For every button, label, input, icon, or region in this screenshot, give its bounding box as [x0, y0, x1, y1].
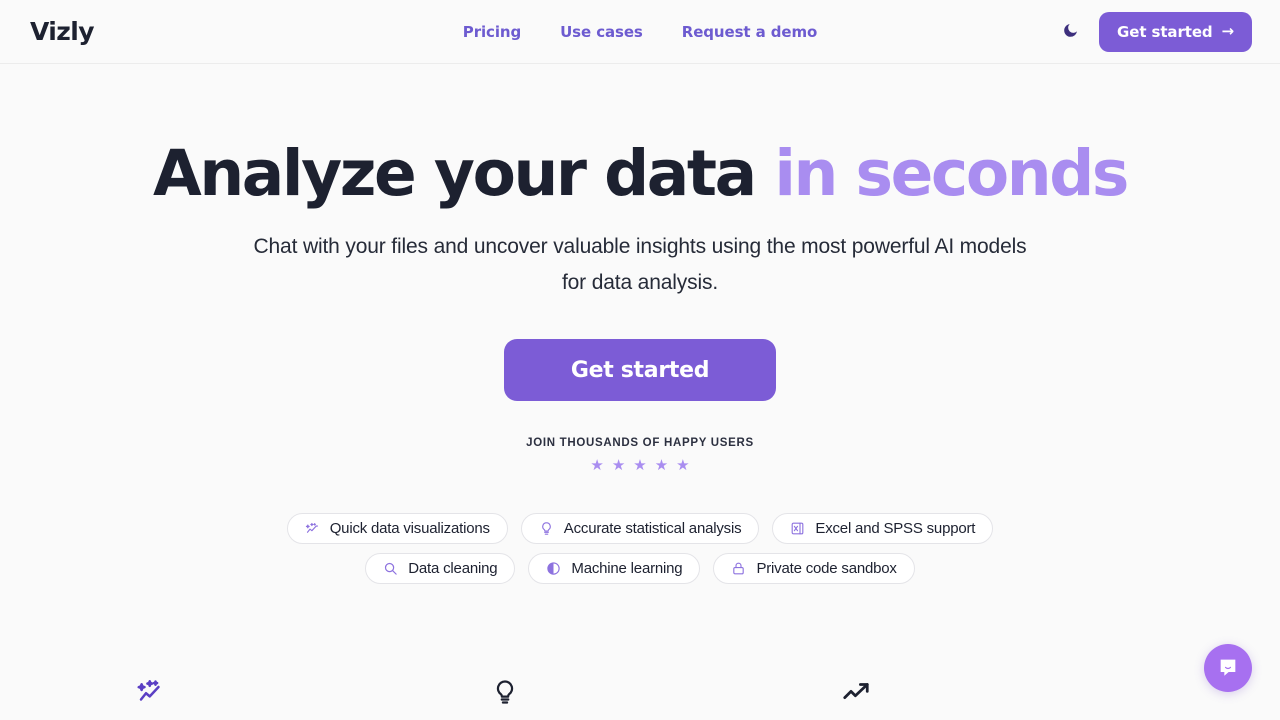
arrow-right-icon: → [1221, 22, 1235, 40]
strip-icon-item-3 [841, 677, 871, 712]
feature-pill-label: Private code sandbox [756, 560, 897, 578]
feature-pill-private-code-sandbox[interactable]: Private code sandbox [713, 553, 915, 585]
headline-main: Analyze your data [153, 137, 757, 210]
lightbulb-icon [539, 521, 554, 536]
search-icon [383, 561, 398, 576]
strip-icon-item-2 [491, 678, 519, 711]
header-cta-label: Get started [1117, 22, 1213, 41]
star-icon: ★ [633, 457, 647, 475]
sparkle-chart-icon [136, 677, 166, 712]
feature-pill-row-1: Quick data visualizations Accurate stati… [286, 513, 994, 545]
hero-section: Analyze your data in seconds Chat with y… [0, 64, 1280, 585]
nav-link-request-a-demo[interactable]: Request a demo [682, 23, 818, 41]
chat-launcher-button[interactable] [1204, 644, 1252, 692]
main-navigation: Pricing Use cases Request a demo [463, 23, 817, 41]
star-icon: ★ [590, 457, 604, 475]
contrast-circle-icon [546, 561, 561, 576]
hero-cta-container: Get started [0, 339, 1280, 402]
social-proof: JOIN THOUSANDS OF HAPPY USERS ★ ★ ★ ★ ★ [0, 437, 1280, 473]
headline-accent: in seconds [774, 137, 1129, 210]
feature-icon-strip [0, 674, 1280, 714]
site-header: Vizly Pricing Use cases Request a demo G… [0, 0, 1280, 64]
feature-pills: Quick data visualizations Accurate stati… [0, 513, 1280, 585]
star-icon: ★ [654, 457, 669, 475]
trending-up-icon [841, 677, 871, 712]
feature-pill-excel-and-spss-support[interactable]: Excel and SPSS support [772, 513, 994, 545]
moon-icon [1062, 22, 1079, 42]
nav-link-pricing[interactable]: Pricing [463, 23, 521, 41]
page-title: Analyze your data in seconds [0, 140, 1280, 207]
feature-pill-machine-learning[interactable]: Machine learning [528, 553, 701, 585]
star-rating: ★ ★ ★ ★ ★ [0, 458, 1280, 473]
star-icon: ★ [611, 457, 626, 475]
strip-icon-item-1 [136, 677, 166, 712]
excel-file-icon [790, 521, 805, 536]
chat-bubble-icon [1217, 656, 1239, 681]
feature-pill-label: Data cleaning [408, 560, 498, 578]
lightbulb-icon [491, 678, 519, 711]
feature-pill-label: Machine learning [571, 560, 683, 578]
hero-subheadline: Chat with your files and uncover valuabl… [253, 235, 1027, 295]
logo[interactable]: Vizly [30, 17, 95, 46]
feature-pill-accurate-statistical-analysis[interactable]: Accurate statistical analysis [520, 513, 760, 545]
feature-pill-label: Accurate statistical analysis [563, 520, 742, 538]
sparkle-chart-icon [305, 521, 320, 536]
header-get-started-button[interactable]: Get started → [1099, 11, 1252, 52]
feature-pill-label: Quick data visualizations [329, 520, 490, 538]
feature-pill-label: Excel and SPSS support [815, 520, 976, 538]
feature-pill-data-cleaning[interactable]: Data cleaning [365, 553, 516, 585]
lock-icon [731, 561, 746, 576]
feature-pill-row-2: Data cleaning Machine learning Private c… [365, 553, 915, 585]
hero-get-started-button[interactable]: Get started [504, 339, 776, 402]
nav-link-use-cases[interactable]: Use cases [560, 23, 643, 41]
feature-pill-quick-data-visualizations[interactable]: Quick data visualizations [286, 513, 508, 545]
social-proof-label: JOIN THOUSANDS OF HAPPY USERS [526, 437, 754, 450]
header-actions: Get started → [1057, 11, 1252, 52]
star-icon: ★ [676, 457, 690, 475]
theme-toggle-button[interactable] [1057, 19, 1083, 45]
